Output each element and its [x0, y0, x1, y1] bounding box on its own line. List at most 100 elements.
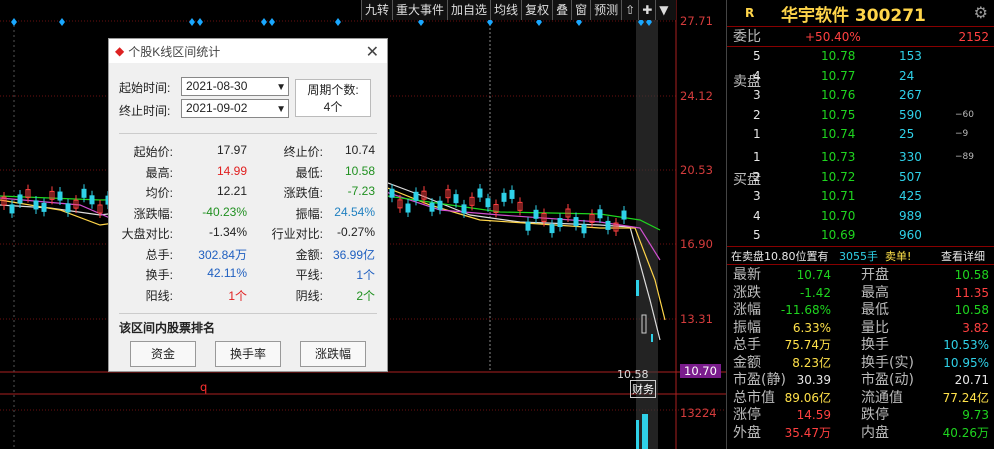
price-axis-label: 20.53: [680, 163, 713, 177]
order-book-row: 1 10.73 330 −89: [727, 148, 994, 167]
info-label: 涨幅: [733, 302, 761, 318]
quote-info-row: 涨幅 -11.68% 最低 10.58: [727, 301, 994, 319]
stat-value: -7.23: [347, 184, 375, 198]
book-change: −60: [955, 109, 974, 120]
stat-label: 阳线:: [145, 288, 173, 303]
order-book-row: 5 10.69 960: [727, 226, 994, 245]
book-volume: 590: [899, 107, 922, 122]
info-value: 10.95%: [943, 355, 989, 370]
book-price: 10.76: [821, 88, 856, 102]
quote-info-row: 外盘 35.47万 内盘 40.26万: [727, 424, 994, 442]
stat-label: 总手:: [145, 247, 173, 262]
info-value: 3.82: [962, 320, 989, 335]
book-volume: 267: [899, 88, 922, 102]
end-date-value: 2021-09-02: [186, 101, 248, 115]
info-value: 77.24亿: [942, 390, 989, 405]
info-label: 内盘: [861, 424, 889, 441]
toolbar-item-5[interactable]: 叠: [552, 0, 571, 20]
rank-change-button[interactable]: 涨跌幅: [300, 341, 366, 367]
stat-label: 涨跌幅:: [133, 206, 173, 221]
stock-name: 华宇软件 300271: [781, 5, 926, 26]
stat-value: 42.11%: [207, 266, 247, 280]
book-price: 10.72: [821, 169, 856, 184]
info-label: 最低: [861, 302, 889, 318]
book-volume: 989: [899, 208, 922, 223]
info-label: 最高: [861, 284, 889, 301]
price-axis-label: 16.90: [680, 237, 713, 251]
app-logo-icon: ◆: [115, 44, 125, 58]
period-value: 4个: [323, 100, 343, 114]
info-value: 35.47万: [784, 425, 831, 440]
info-label: 市盈(静): [733, 372, 786, 388]
dialog-title: 个股K线区间统计: [128, 44, 221, 59]
stat-value: 1个: [356, 268, 375, 282]
chart-marker-q: q: [200, 380, 208, 394]
order-book-row: 1 10.74 25 −9: [727, 125, 994, 144]
stat-value: -0.27%: [336, 225, 375, 239]
order-ratio-value: +50.40%: [805, 30, 861, 44]
info-value: 89.06亿: [784, 390, 831, 405]
info-value: 20.71: [954, 373, 989, 387]
volume-axis-label: 13224: [680, 406, 717, 420]
toolbar-item-7[interactable]: 预测: [590, 0, 621, 20]
toolbar-item-9[interactable]: ✚: [638, 0, 655, 20]
interval-stats-dialog: ◆ 个股K线区间统计 ✕ 起始时间: 2021-08-30 ▼ 终止时间: 202…: [108, 38, 388, 372]
toolbar-item-10[interactable]: ▼: [655, 0, 671, 20]
rank-turnover-button[interactable]: 换手率: [215, 341, 281, 367]
book-volume: 507: [899, 169, 922, 184]
stat-value: 14.99: [216, 163, 247, 178]
info-value: 6.33%: [792, 320, 831, 335]
end-date-select[interactable]: 2021-09-02 ▼: [181, 99, 289, 118]
stat-value: -1.34%: [208, 225, 247, 239]
info-label: 最新: [733, 267, 761, 283]
toolbar-item-3[interactable]: 均线: [490, 0, 521, 20]
price-axis-label: 27.71: [680, 14, 713, 28]
toolbar-item-8[interactable]: ⇧: [621, 0, 638, 20]
order-book-row: 4 10.70 989: [727, 207, 994, 226]
toolbar-item-4[interactable]: 复权: [521, 0, 552, 20]
info-value: -1.42: [799, 285, 831, 300]
quote-info-row: 振幅 6.33% 量比 3.82: [727, 319, 994, 337]
toolbar-item-0[interactable]: 九转: [361, 0, 392, 20]
info-value: 30.39: [796, 373, 831, 387]
book-level: 1: [753, 150, 761, 164]
gear-icon[interactable]: ⚙: [974, 3, 988, 22]
rank-fund-button[interactable]: 资金: [130, 341, 196, 367]
book-price: 10.78: [821, 49, 856, 63]
view-detail-link[interactable]: 查看详细: [941, 247, 985, 266]
order-book-row: 2 10.75 590 −60: [727, 106, 994, 125]
price-axis-label: 24.12: [680, 89, 713, 103]
toolbar-item-1[interactable]: 重大事件: [392, 0, 447, 20]
order-book-row: 2 10.72 507: [727, 168, 994, 187]
finance-tag[interactable]: 财务: [630, 380, 656, 398]
close-icon[interactable]: ✕: [366, 42, 379, 62]
book-volume: 960: [899, 228, 922, 242]
dropdown-arrow-icon: ▼: [276, 82, 286, 93]
book-change: −89: [955, 152, 974, 162]
stat-value: 24.54%: [334, 204, 375, 219]
info-label: 换手(实): [861, 354, 914, 371]
big-order-notice: 在卖盘10.80位置有: [731, 250, 829, 263]
price-axis-label: 13.31: [680, 312, 713, 326]
stat-label: 起始价:: [133, 145, 173, 159]
period-count-box: 周期个数: 4个: [295, 79, 371, 117]
book-change: −9: [955, 129, 969, 139]
rank-title: 该区间内股票排名: [119, 321, 216, 335]
book-volume: 425: [899, 189, 922, 203]
stat-value: 17.97: [216, 143, 247, 157]
toolbar-item-2[interactable]: 加自选: [447, 0, 490, 20]
stat-label: 均价:: [145, 186, 173, 200]
info-label: 换手: [861, 337, 889, 353]
info-value: 10.58: [954, 268, 989, 282]
book-level: 2: [753, 107, 761, 122]
start-time-label: 起始时间:: [119, 81, 171, 95]
book-price: 10.77: [821, 68, 856, 83]
quote-info-row: 总手 75.74万 换手 10.53%: [727, 336, 994, 354]
info-label: 总市值: [733, 389, 775, 406]
book-level: 2: [753, 169, 761, 184]
dropdown-arrow-icon: ▼: [276, 104, 286, 115]
info-value: 75.74万: [784, 338, 831, 352]
start-date-select[interactable]: 2021-08-30 ▼: [181, 77, 289, 96]
info-label: 量比: [861, 319, 889, 336]
toolbar-item-6[interactable]: 窗: [571, 0, 590, 20]
